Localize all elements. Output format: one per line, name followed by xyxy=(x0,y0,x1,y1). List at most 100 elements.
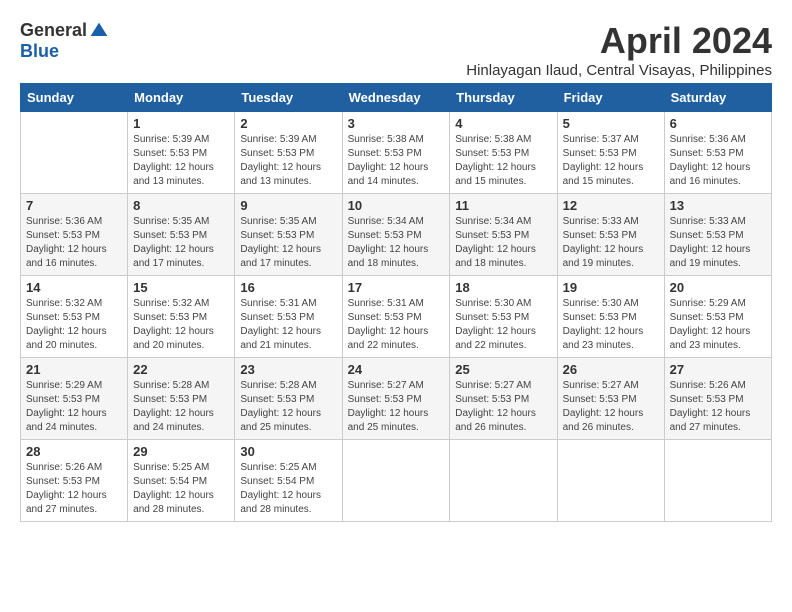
day-info: Sunrise: 5:37 AMSunset: 5:53 PMDaylight:… xyxy=(563,133,659,189)
calendar-cell: 18 Sunrise: 5:30 AMSunset: 5:53 PMDayligh… xyxy=(450,276,557,358)
day-info: Sunrise: 5:29 AMSunset: 5:53 PMDaylight:… xyxy=(26,379,122,435)
day-info: Sunrise: 5:27 AMSunset: 5:53 PMDaylight:… xyxy=(348,379,445,435)
day-info: Sunrise: 5:38 AMSunset: 5:53 PMDaylight:… xyxy=(455,133,551,189)
day-number: 18 xyxy=(455,280,551,295)
calendar-body: 1 Sunrise: 5:39 AMSunset: 5:53 PMDaylight… xyxy=(21,112,772,522)
day-info: Sunrise: 5:30 AMSunset: 5:53 PMDaylight:… xyxy=(455,297,551,353)
page-header: General Blue April 2024 Hinlayagan Ilaud… xyxy=(20,20,772,79)
calendar-cell: 26 Sunrise: 5:27 AMSunset: 5:53 PMDayligh… xyxy=(557,358,664,440)
day-info: Sunrise: 5:38 AMSunset: 5:53 PMDaylight:… xyxy=(348,133,445,189)
day-info: Sunrise: 5:32 AMSunset: 5:53 PMDaylight:… xyxy=(133,297,229,353)
day-number: 28 xyxy=(26,444,122,459)
calendar-cell xyxy=(557,440,664,522)
calendar-week-1: 1 Sunrise: 5:39 AMSunset: 5:53 PMDaylight… xyxy=(21,112,772,194)
day-number: 22 xyxy=(133,362,229,377)
calendar-cell: 20Sunrise: 5:29 AMSunset: 5:53 PMDayligh… xyxy=(664,276,771,358)
weekday-header-wednesday: Wednesday xyxy=(342,84,450,112)
calendar-cell: 17 Sunrise: 5:31 AMSunset: 5:53 PMDayligh… xyxy=(342,276,450,358)
day-info: Sunrise: 5:27 AMSunset: 5:53 PMDaylight:… xyxy=(563,379,659,435)
weekday-header-row: SundayMondayTuesdayWednesdayThursdayFrid… xyxy=(21,84,772,112)
weekday-header-friday: Friday xyxy=(557,84,664,112)
day-info: Sunrise: 5:39 AMSunset: 5:53 PMDaylight:… xyxy=(133,133,229,189)
calendar-week-4: 21 Sunrise: 5:29 AMSunset: 5:53 PMDayligh… xyxy=(21,358,772,440)
day-number: 6 xyxy=(670,116,766,131)
calendar-cell: 5Sunrise: 5:37 AMSunset: 5:53 PMDaylight… xyxy=(557,112,664,194)
logo-blue: Blue xyxy=(20,41,59,62)
logo-general: General xyxy=(20,20,87,41)
weekday-header-saturday: Saturday xyxy=(664,84,771,112)
calendar-cell xyxy=(664,440,771,522)
day-number: 12 xyxy=(563,198,659,213)
calendar-cell: 7 Sunrise: 5:36 AMSunset: 5:53 PMDaylight… xyxy=(21,194,128,276)
weekday-header-tuesday: Tuesday xyxy=(235,84,342,112)
day-number: 14 xyxy=(26,280,122,295)
day-info: Sunrise: 5:36 AMSunset: 5:53 PMDaylight:… xyxy=(26,215,122,271)
calendar-cell: 21 Sunrise: 5:29 AMSunset: 5:53 PMDayligh… xyxy=(21,358,128,440)
day-number: 26 xyxy=(563,362,659,377)
month-title: April 2024 xyxy=(466,20,772,62)
day-number: 25 xyxy=(455,362,551,377)
calendar-cell: 23Sunrise: 5:28 AMSunset: 5:53 PMDayligh… xyxy=(235,358,342,440)
day-number: 20 xyxy=(670,280,766,295)
day-number: 11 xyxy=(455,198,551,213)
day-number: 9 xyxy=(240,198,336,213)
day-number: 17 xyxy=(348,280,445,295)
day-number: 10 xyxy=(348,198,445,213)
calendar-cell: 8Sunrise: 5:35 AMSunset: 5:53 PMDaylight… xyxy=(128,194,235,276)
day-info: Sunrise: 5:25 AMSunset: 5:54 PMDaylight:… xyxy=(240,461,336,517)
calendar-week-2: 7 Sunrise: 5:36 AMSunset: 5:53 PMDaylight… xyxy=(21,194,772,276)
calendar-cell: 29 Sunrise: 5:25 AMSunset: 5:54 PMDayligh… xyxy=(128,440,235,522)
calendar-cell: 22 Sunrise: 5:28 AMSunset: 5:53 PMDayligh… xyxy=(128,358,235,440)
day-number: 24 xyxy=(348,362,445,377)
logo-icon xyxy=(89,21,109,41)
calendar-cell: 15Sunrise: 5:32 AMSunset: 5:53 PMDayligh… xyxy=(128,276,235,358)
calendar-cell xyxy=(21,112,128,194)
calendar-cell: 11 Sunrise: 5:34 AMSunset: 5:53 PMDayligh… xyxy=(450,194,557,276)
calendar-week-3: 14 Sunrise: 5:32 AMSunset: 5:53 PMDayligh… xyxy=(21,276,772,358)
calendar-cell xyxy=(450,440,557,522)
weekday-header-sunday: Sunday xyxy=(21,84,128,112)
weekday-header-thursday: Thursday xyxy=(450,84,557,112)
day-info: Sunrise: 5:31 AMSunset: 5:53 PMDaylight:… xyxy=(348,297,445,353)
day-number: 29 xyxy=(133,444,229,459)
calendar-cell: 10 Sunrise: 5:34 AMSunset: 5:53 PMDayligh… xyxy=(342,194,450,276)
calendar-cell: 28 Sunrise: 5:26 AMSunset: 5:53 PMDayligh… xyxy=(21,440,128,522)
day-number: 13 xyxy=(670,198,766,213)
calendar-cell: 14 Sunrise: 5:32 AMSunset: 5:53 PMDayligh… xyxy=(21,276,128,358)
calendar-cell: 12Sunrise: 5:33 AMSunset: 5:53 PMDayligh… xyxy=(557,194,664,276)
day-info: Sunrise: 5:28 AMSunset: 5:53 PMDaylight:… xyxy=(240,379,336,435)
calendar-cell: 9Sunrise: 5:35 AMSunset: 5:53 PMDaylight… xyxy=(235,194,342,276)
weekday-header-monday: Monday xyxy=(128,84,235,112)
calendar-cell: 16Sunrise: 5:31 AMSunset: 5:53 PMDayligh… xyxy=(235,276,342,358)
calendar-cell: 13 Sunrise: 5:33 AMSunset: 5:53 PMDayligh… xyxy=(664,194,771,276)
day-number: 7 xyxy=(26,198,122,213)
title-section: April 2024 Hinlayagan Ilaud, Central Vis… xyxy=(466,20,772,79)
day-number: 30 xyxy=(240,444,336,459)
day-info: Sunrise: 5:35 AMSunset: 5:53 PMDaylight:… xyxy=(133,215,229,271)
day-info: Sunrise: 5:28 AMSunset: 5:53 PMDaylight:… xyxy=(133,379,229,435)
calendar-table: SundayMondayTuesdayWednesdayThursdayFrid… xyxy=(20,83,772,522)
calendar-cell: 19 Sunrise: 5:30 AMSunset: 5:53 PMDayligh… xyxy=(557,276,664,358)
day-number: 2 xyxy=(240,116,336,131)
day-number: 21 xyxy=(26,362,122,377)
calendar-cell xyxy=(342,440,450,522)
calendar-cell: 4 Sunrise: 5:38 AMSunset: 5:53 PMDaylight… xyxy=(450,112,557,194)
day-info: Sunrise: 5:32 AMSunset: 5:53 PMDaylight:… xyxy=(26,297,122,353)
day-info: Sunrise: 5:26 AMSunset: 5:53 PMDaylight:… xyxy=(670,379,766,435)
day-info: Sunrise: 5:39 AMSunset: 5:53 PMDaylight:… xyxy=(240,133,336,189)
day-info: Sunrise: 5:34 AMSunset: 5:53 PMDaylight:… xyxy=(348,215,445,271)
day-number: 4 xyxy=(455,116,551,131)
day-number: 1 xyxy=(133,116,229,131)
day-info: Sunrise: 5:30 AMSunset: 5:53 PMDaylight:… xyxy=(563,297,659,353)
day-info: Sunrise: 5:26 AMSunset: 5:53 PMDaylight:… xyxy=(26,461,122,517)
day-info: Sunrise: 5:25 AMSunset: 5:54 PMDaylight:… xyxy=(133,461,229,517)
day-info: Sunrise: 5:34 AMSunset: 5:53 PMDaylight:… xyxy=(455,215,551,271)
calendar-cell: 24 Sunrise: 5:27 AMSunset: 5:53 PMDayligh… xyxy=(342,358,450,440)
day-info: Sunrise: 5:33 AMSunset: 5:53 PMDaylight:… xyxy=(670,215,766,271)
day-number: 19 xyxy=(563,280,659,295)
calendar-week-5: 28 Sunrise: 5:26 AMSunset: 5:53 PMDayligh… xyxy=(21,440,772,522)
day-number: 16 xyxy=(240,280,336,295)
calendar-cell: 30 Sunrise: 5:25 AMSunset: 5:54 PMDayligh… xyxy=(235,440,342,522)
calendar-cell: 6Sunrise: 5:36 AMSunset: 5:53 PMDaylight… xyxy=(664,112,771,194)
day-info: Sunrise: 5:27 AMSunset: 5:53 PMDaylight:… xyxy=(455,379,551,435)
